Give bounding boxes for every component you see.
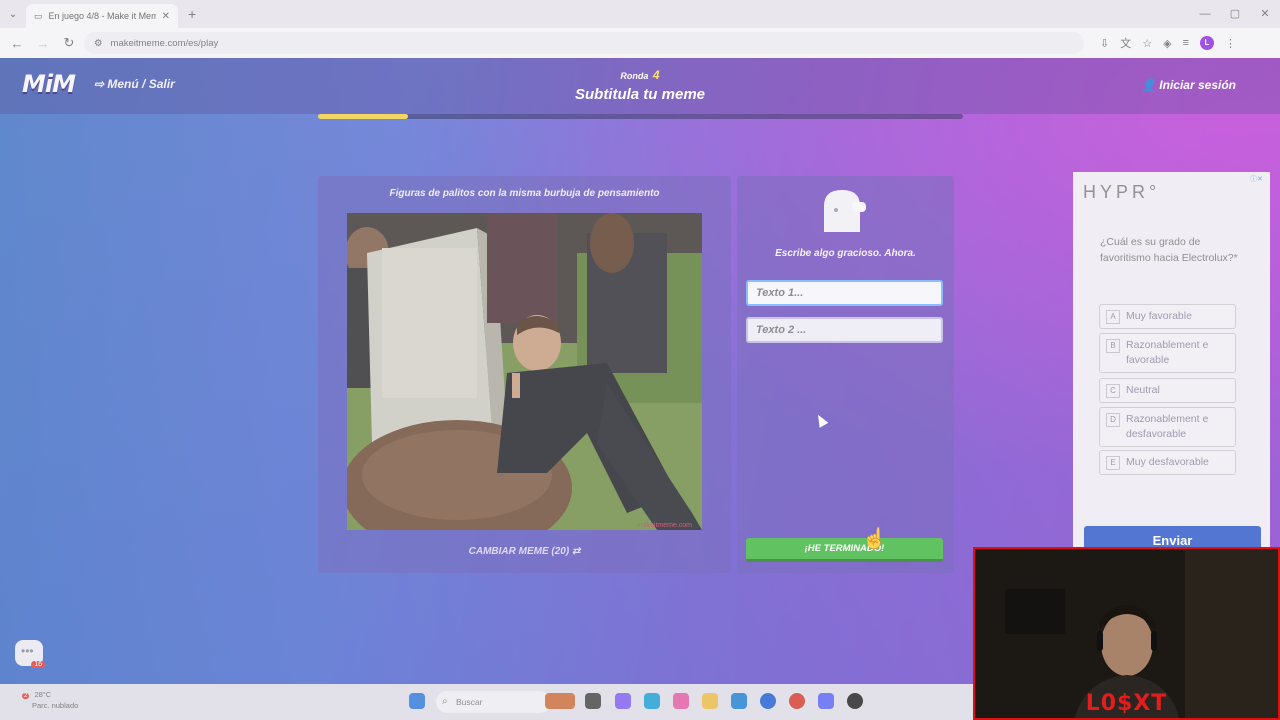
ad-option-label: Razonablement e favorable — [1126, 339, 1209, 366]
close-window-icon[interactable]: ✕ — [1250, 0, 1280, 28]
search-icon: ⌕ — [442, 696, 448, 707]
weather-desc: Parc. nublado — [32, 701, 79, 710]
window-controls: — ▢ ✕ — [1190, 0, 1280, 28]
widgets-icon[interactable] — [545, 693, 575, 709]
timer-progress-bar — [318, 114, 963, 119]
bookmark-star-icon[interactable]: ☆ — [1142, 37, 1152, 50]
minimize-icon[interactable]: — — [1190, 0, 1220, 28]
obs-icon[interactable] — [847, 693, 863, 709]
reload-icon[interactable]: ↻ — [58, 35, 80, 51]
page-title: Subtitula tu meme — [574, 86, 705, 103]
folder-icon[interactable] — [702, 693, 718, 709]
survey-ad: HYPR° ⓘ✕ ¿Cuál es su grado de favoritism… — [1073, 172, 1270, 562]
copilot-icon[interactable] — [615, 693, 631, 709]
new-tab-button[interactable]: + — [188, 6, 196, 22]
facebook-icon[interactable] — [760, 693, 776, 709]
address-bar-row: ← → ↻ ⚙ makeitmeme.com/es/play ⇩ 文 ☆ ◈ ≡… — [0, 28, 1280, 58]
browser-tab[interactable]: ▭ En juego 4/8 - Make it Meme ✕ — [26, 4, 178, 28]
more-menu-icon[interactable]: ⋮ — [1225, 37, 1236, 50]
store-icon[interactable] — [673, 693, 689, 709]
app-icon[interactable] — [731, 693, 747, 709]
mascot-icon — [824, 190, 866, 232]
caption-text1-input[interactable] — [746, 280, 943, 306]
chat-bubble-icon[interactable]: ••• 16 — [15, 640, 45, 668]
url-text: makeitmeme.com/es/play — [110, 37, 219, 49]
media-icon[interactable]: ≡ — [1183, 37, 1189, 49]
profile-avatar[interactable]: L — [1199, 36, 1214, 50]
taskbar-search[interactable]: ⌕ Buscar — [436, 691, 551, 713]
maximize-icon[interactable]: ▢ — [1220, 0, 1250, 28]
ad-option[interactable]: C Neutral — [1099, 378, 1236, 403]
extensions-icon[interactable]: ◈ — [1163, 37, 1171, 50]
tab-favicon-icon: ▭ — [34, 10, 43, 21]
prompt-text: Escribe algo gracioso. Ahora. — [775, 248, 916, 259]
meme-photo: makeitmeme.com — [347, 213, 702, 530]
change-meme-label: CAMBIAR MEME (20) — [468, 546, 570, 557]
weather-alert-badge: 2 — [22, 693, 30, 699]
meme-watermark: makeitmeme.com — [637, 522, 692, 529]
caption-text2-input[interactable] — [746, 317, 943, 343]
forward-icon[interactable]: → — [32, 36, 54, 51]
taskbar-search-label: Buscar — [456, 697, 483, 707]
extensions-area: ⇩ 文 ☆ ◈ ≡ L ⋮ — [1100, 35, 1236, 51]
round-label: Ronda — [620, 71, 649, 81]
meme-image: makeitmeme.com — [347, 213, 702, 530]
webcam-overlay: L0$XT — [973, 547, 1280, 720]
dots-icon: ••• — [21, 644, 34, 658]
chrome-icon[interactable] — [789, 693, 805, 709]
pointing-hand-icon: ☝ — [862, 528, 887, 550]
ad-option-key: A — [1106, 310, 1120, 324]
ad-option[interactable]: D Razonablement e desfavorable — [1099, 407, 1236, 447]
round-title: Ronda 4 Subtitula tu meme — [0, 66, 1280, 103]
login-label: Iniciar sesión — [1159, 78, 1236, 92]
tab-search-icon[interactable]: ⌄ — [0, 9, 26, 20]
ad-option-key: C — [1106, 384, 1120, 398]
shuffle-icon: ⇄ — [571, 546, 581, 557]
close-tab-icon[interactable]: ✕ — [162, 11, 170, 22]
ad-option-key: D — [1106, 413, 1120, 427]
edge-icon[interactable] — [644, 693, 660, 709]
back-icon[interactable]: ← — [6, 36, 28, 51]
streamer-name: L0$XT — [1085, 691, 1168, 716]
ad-option[interactable]: E Muy desfavorable — [1099, 450, 1236, 475]
weather-temp: 28°C — [34, 690, 52, 699]
game-header: MiM ⇨ Menú / Salir Ronda 4 Subtitula tu … — [0, 58, 1280, 114]
ad-option-label: Muy favorable — [1126, 310, 1192, 322]
url-field[interactable]: ⚙ makeitmeme.com/es/play — [84, 32, 1084, 54]
ad-option-label: Neutral — [1126, 384, 1160, 396]
ad-option-label: Muy desfavorable — [1126, 456, 1209, 468]
ad-option-key: B — [1106, 339, 1120, 353]
caption-panel: Escribe algo gracioso. Ahora. ¡HE TERMIN… — [737, 176, 954, 573]
user-icon: 👤 — [1141, 78, 1160, 92]
ad-option-label: Razonablement e desfavorable — [1126, 413, 1209, 440]
login-link[interactable]: 👤 Iniciar sesión — [1141, 78, 1236, 92]
ad-option[interactable]: A Muy favorable — [1099, 304, 1236, 329]
ad-brand-logo: HYPR° — [1083, 182, 1161, 202]
weather-widget[interactable]: 2 28°C Parc. nublado — [14, 690, 78, 711]
task-view-icon[interactable] — [585, 693, 601, 709]
browser-tab-strip: ⌄ ▭ En juego 4/8 - Make it Meme ✕ + — ▢ … — [0, 0, 1280, 28]
discord-icon[interactable] — [818, 693, 834, 709]
tab-title: En juego 4/8 - Make it Meme — [48, 11, 156, 21]
ad-question: ¿Cuál es su grado de favoritismo hacia E… — [1100, 236, 1238, 264]
ad-option[interactable]: B Razonablement e favorable — [1099, 333, 1236, 373]
install-icon[interactable]: ⇩ — [1100, 37, 1109, 50]
done-button[interactable]: ¡HE TERMINADO! — [746, 538, 943, 562]
ad-option-key: E — [1106, 456, 1120, 470]
site-info-icon[interactable]: ⚙ — [94, 38, 103, 49]
change-meme-button[interactable]: CAMBIAR MEME (20) ⇄ — [318, 546, 731, 557]
round-number: 4 — [652, 68, 660, 82]
meme-title: Figuras de palitos con la misma burbuja … — [389, 188, 660, 199]
timer-progress-fill — [318, 114, 409, 119]
meme-panel: Figuras de palitos con la misma burbuja … — [318, 176, 731, 573]
translate-icon[interactable]: 文 — [1120, 35, 1131, 51]
notification-count: 16 — [31, 661, 45, 668]
ad-info-icon[interactable]: ⓘ✕ — [1250, 174, 1263, 184]
windows-start-icon[interactable] — [409, 693, 425, 709]
